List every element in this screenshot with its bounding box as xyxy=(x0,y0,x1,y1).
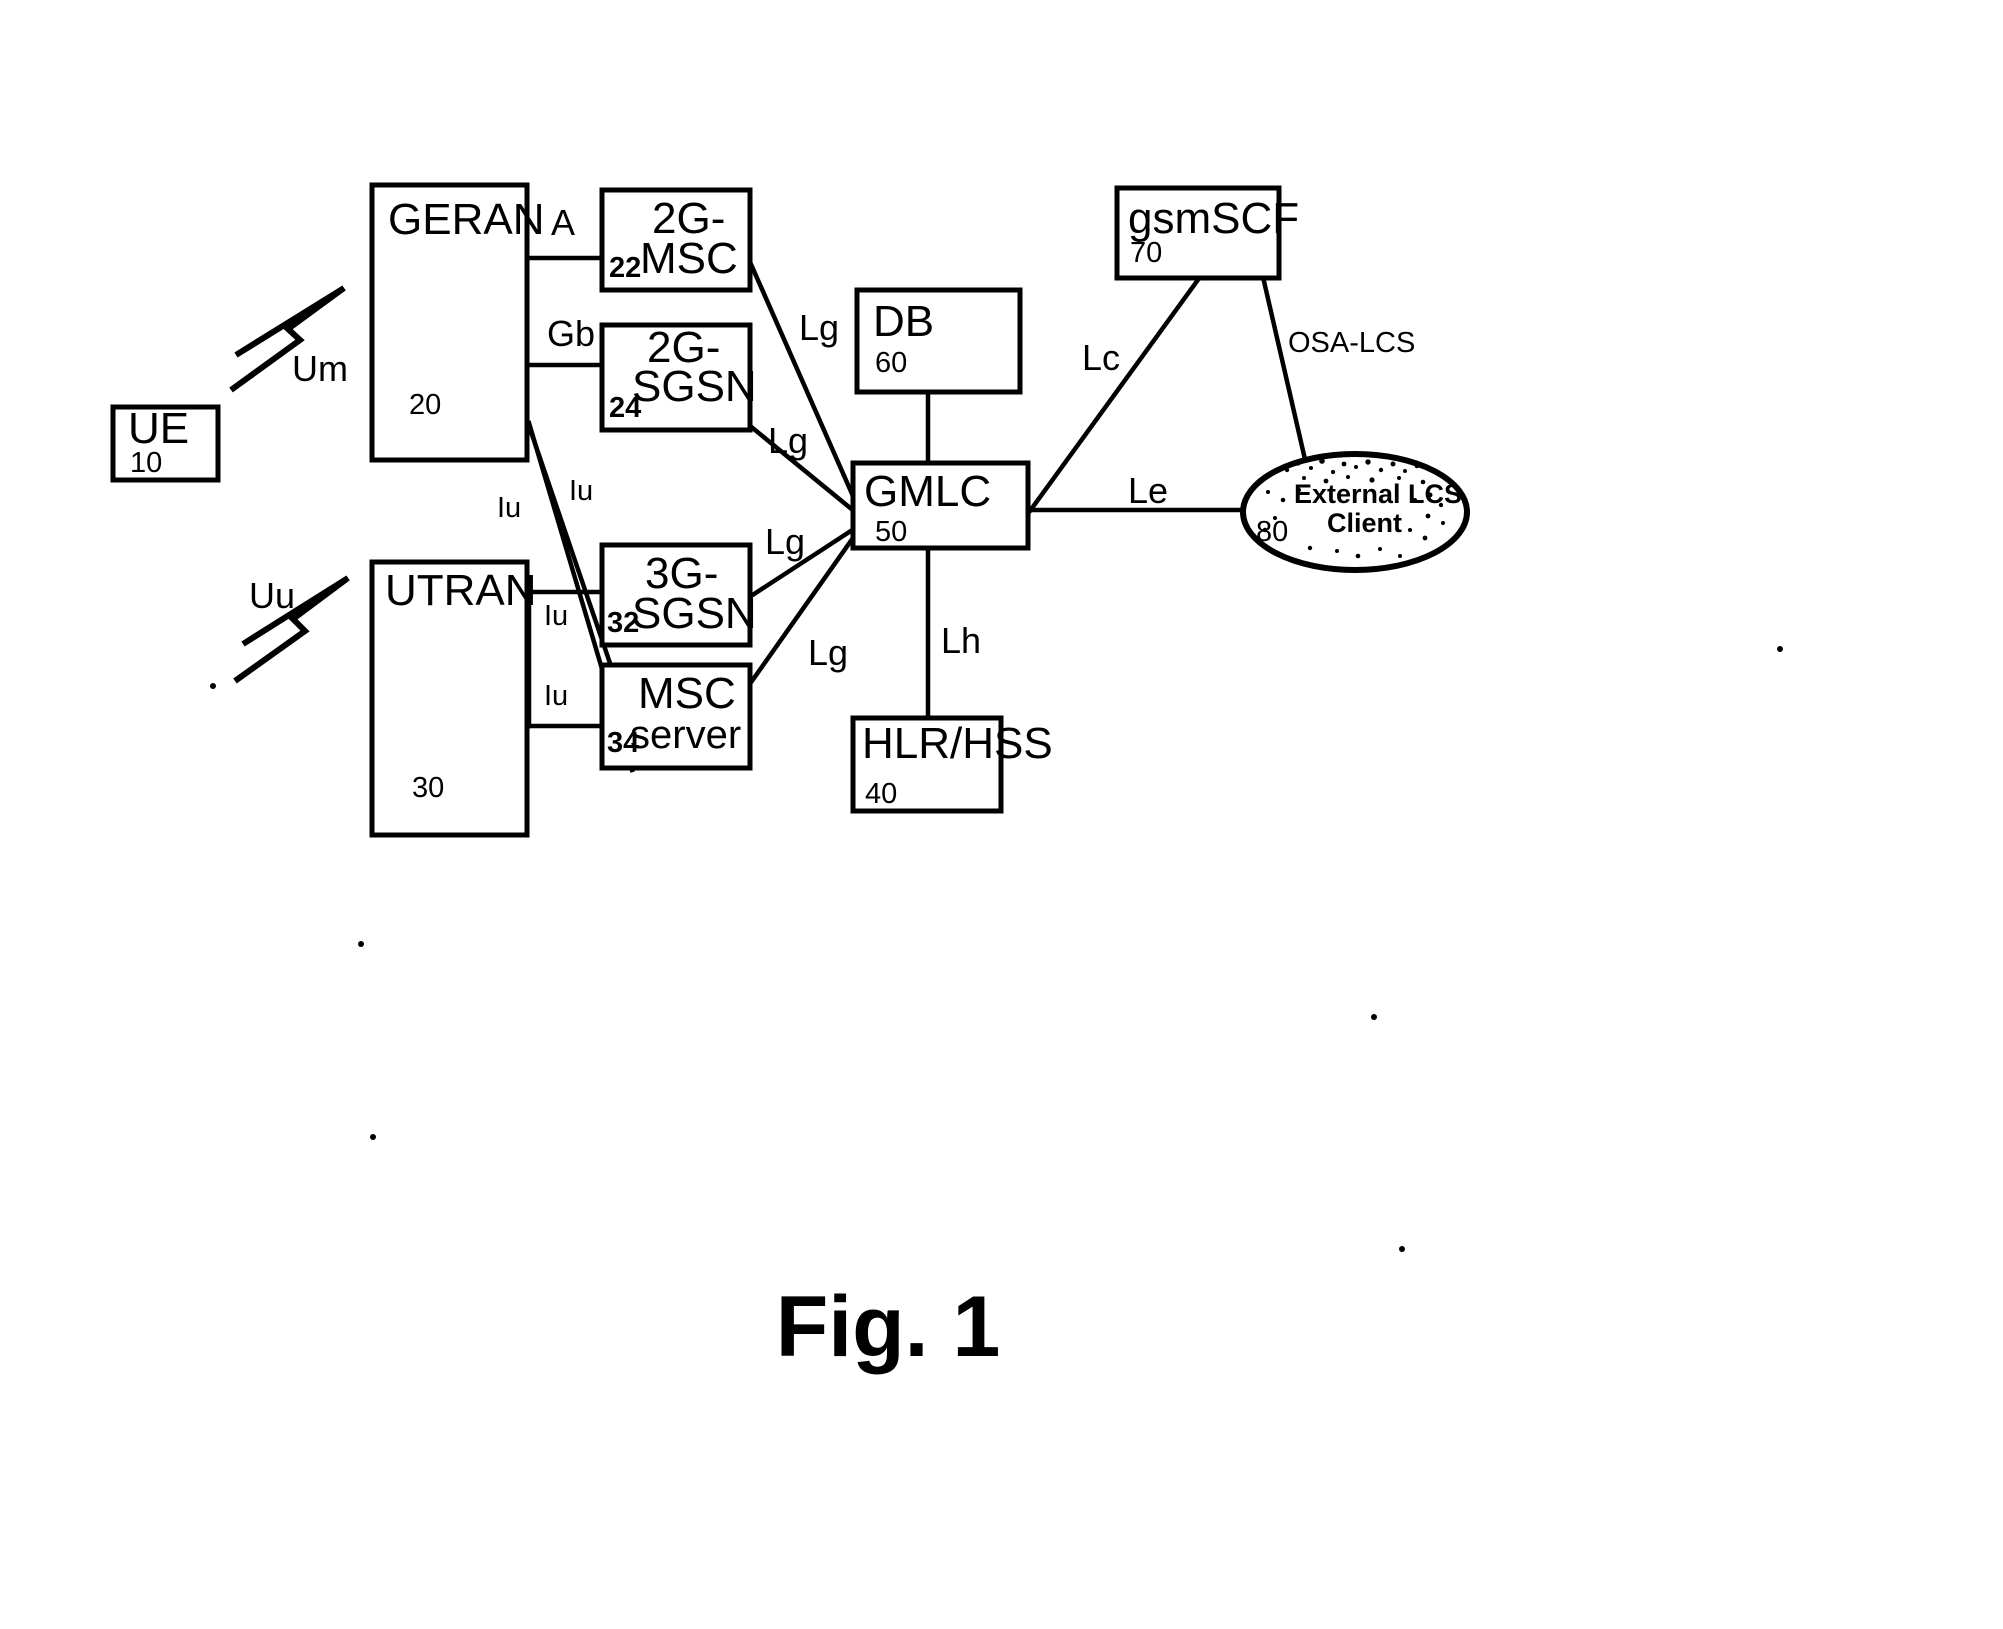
node-external-lcs-client[interactable]: External LCS Client 80 xyxy=(1240,451,1470,573)
interface-label-gb: Gb xyxy=(547,313,595,354)
node-gsmscf[interactable]: gsmSCF 70 xyxy=(1114,185,1299,281)
interface-label-uu: Uu xyxy=(249,575,295,616)
network-architecture-diagram: UE 10 GERAN 20 2G- MSC 22 2G- SGSN 24 UT… xyxy=(110,182,1783,1375)
scan-dot xyxy=(1777,646,1783,652)
node-gsmscf-label: gsmSCF xyxy=(1128,194,1299,243)
figure-canvas: UE 10 GERAN 20 2G- MSC 22 2G- SGSN 24 UT… xyxy=(0,0,2003,1629)
connector-gmlc-gsmscf xyxy=(1023,273,1204,519)
radio-link-group xyxy=(229,285,350,684)
node-hlr-hss[interactable]: HLR/HSS 40 xyxy=(850,715,1053,814)
node-gmlc[interactable]: GMLC 50 xyxy=(850,460,1031,551)
interface-label-lc: Lc xyxy=(1082,337,1120,378)
node-gsmscf-ref: 70 xyxy=(1130,237,1162,269)
node-ue-ref: 10 xyxy=(130,447,162,479)
node-msc-server[interactable]: MSC server 34 xyxy=(599,662,753,771)
scan-dot xyxy=(210,683,216,689)
interface-label-osa-lcs: OSA-LCS xyxy=(1288,327,1415,359)
node-geran-ref: 20 xyxy=(409,389,441,421)
node-gmlc-label: GMLC xyxy=(864,467,991,516)
node-hlr-hss-ref: 40 xyxy=(865,778,897,810)
node-msc-server-label-line2: server xyxy=(630,713,741,757)
node-utran-label: UTRAN xyxy=(385,566,537,615)
node-external-lcs-client-label-line1: External LCS xyxy=(1294,479,1462,509)
node-external-lcs-client-label-line2: Client xyxy=(1327,508,1402,538)
node-db-label: DB xyxy=(873,297,934,346)
interface-label-iu-utran-3gsgsn: Iu xyxy=(544,600,568,632)
node-utran[interactable]: UTRAN 30 xyxy=(369,559,537,838)
node-gmlc-ref: 50 xyxy=(875,516,907,548)
interface-label-lh: Lh xyxy=(941,620,981,661)
node-external-lcs-client-ref: 80 xyxy=(1256,516,1288,548)
node-2g-sgsn[interactable]: 2G- SGSN 24 xyxy=(599,322,757,433)
node-geran[interactable]: GERAN 20 xyxy=(369,182,544,463)
interface-label-lg-mscserver: Lg xyxy=(808,632,848,673)
scan-dot xyxy=(358,941,364,947)
scan-dot xyxy=(1371,1014,1377,1020)
interface-label-le: Le xyxy=(1128,470,1168,511)
connector-2gmsc-gmlc xyxy=(747,259,863,515)
node-2g-msc[interactable]: 2G- MSC 22 xyxy=(599,187,753,293)
node-2g-sgsn-label-line2: SGSN xyxy=(632,362,757,411)
interface-label-lg-2gsgsn: Lg xyxy=(768,420,808,461)
node-msc-server-label-line1: MSC xyxy=(638,669,736,718)
node-ue[interactable]: UE 10 xyxy=(110,404,221,483)
interface-label-iu-utran-mscserver: Iu xyxy=(544,680,568,712)
connector-gsmscf-extlcs xyxy=(1260,274,1307,458)
interface-label-um: Um xyxy=(292,348,348,389)
node-3g-sgsn-ref: 32 xyxy=(607,607,639,639)
node-db-ref: 60 xyxy=(875,347,907,379)
interface-label-iu-geran-mscserver: Iu xyxy=(497,492,521,524)
node-3g-sgsn[interactable]: 3G- SGSN 32 xyxy=(599,542,757,648)
interface-label-lg-3gsgsn: Lg xyxy=(765,521,805,562)
scan-dot xyxy=(370,1134,376,1140)
interface-label-lg-2gmsc: Lg xyxy=(799,307,839,348)
node-db[interactable]: DB 60 xyxy=(854,287,1023,395)
node-msc-server-ref: 34 xyxy=(607,727,639,759)
node-utran-ref: 30 xyxy=(412,772,444,804)
node-geran-label: GERAN xyxy=(388,195,544,244)
interface-label-a: A xyxy=(551,202,575,243)
node-2g-msc-ref: 22 xyxy=(609,252,641,284)
node-2g-msc-label-line2: MSC xyxy=(640,234,738,283)
scan-dot xyxy=(1399,1246,1405,1252)
node-hlr-hss-label: HLR/HSS xyxy=(862,719,1053,768)
figure-caption: Fig. 1 xyxy=(776,1279,1001,1375)
node-2g-sgsn-ref: 24 xyxy=(609,392,641,424)
interface-label-iu-geran-3gsgsn: Iu xyxy=(569,475,593,507)
node-3g-sgsn-label-line2: SGSN xyxy=(632,589,757,638)
node-ue-label: UE xyxy=(128,404,189,453)
